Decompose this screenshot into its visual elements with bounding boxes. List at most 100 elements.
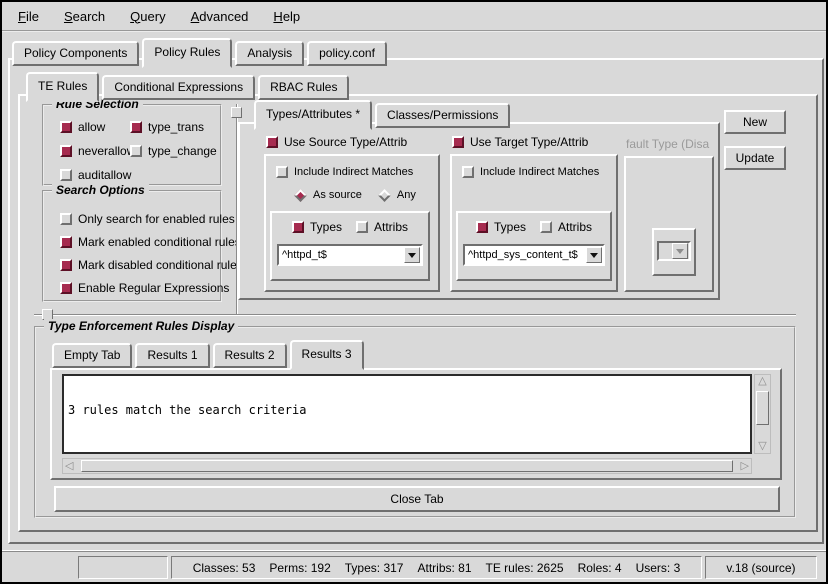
te-display-title: Type Enforcement Rules Display (44, 319, 238, 333)
search-options-title: Search Options (52, 183, 149, 197)
source-indirect-label: Include Indirect Matches (294, 166, 413, 178)
checkbox-indicator (462, 166, 474, 178)
target-attribs-checkbox[interactable]: Attribs (540, 220, 592, 234)
checkbox-type-change[interactable]: type_change (130, 144, 220, 158)
menu-advanced[interactable]: Advanced (187, 7, 253, 26)
checkbox-type-trans[interactable]: type_trans (130, 120, 220, 134)
new-button[interactable]: New (724, 110, 786, 134)
radio-any[interactable]: Any (378, 189, 416, 201)
results-frame: 3 rules match the search criteria (5822)… (50, 368, 782, 480)
results-summary: 3 rules match the search criteria (68, 404, 746, 417)
types-attributes-panel: Use Source Type/Attrib Include Indirect … (238, 122, 720, 300)
checkbox-label: Enable Regular Expressions (78, 281, 229, 295)
checkbox-indicator (60, 121, 72, 133)
checkbox-label: Mark disabled conditional rules (78, 258, 243, 272)
horizontal-sash[interactable] (34, 314, 796, 316)
menu-bar: File Search Query Advanced Help (2, 2, 826, 32)
target-type-combobox[interactable]: ^httpd_sys_content_t$ (463, 244, 605, 266)
checkbox-enable-regular-expressions[interactable]: Enable Regular Expressions (60, 281, 220, 295)
tab-policy-conf[interactable]: policy.conf (307, 41, 387, 66)
menu-file[interactable]: File (14, 7, 43, 26)
scroll-down-icon[interactable]: ▽ (755, 441, 770, 452)
use-source-type-checkbox[interactable]: Use Source Type/Attrib (266, 135, 407, 149)
search-options-checkboxes: Only search for enabled rules Mark enable… (44, 192, 220, 295)
tab-results-3[interactable]: Results 3 (290, 340, 364, 370)
checkbox-indicator (130, 121, 142, 133)
stat-types: Types: 317 (345, 561, 404, 575)
checkbox-indicator (452, 136, 464, 148)
scroll-right-icon[interactable]: ▷ (741, 461, 749, 472)
source-type-combobox[interactable]: ^httpd_t$ (277, 244, 423, 266)
stat-attribs: Attribs: 81 (417, 561, 471, 575)
checkbox-allow[interactable]: allow (60, 120, 130, 134)
checkbox-label: neverallow (78, 144, 135, 158)
tab-conditional-expressions[interactable]: Conditional Expressions (102, 75, 255, 100)
vscroll-thumb[interactable] (756, 391, 769, 425)
checkbox-label: type_trans (148, 120, 204, 134)
vertical-sash-handle[interactable] (231, 107, 242, 118)
tab-policy-rules[interactable]: Policy Rules (142, 38, 232, 68)
target-indirect-checkbox[interactable]: Include Indirect Matches (462, 166, 599, 178)
close-tab-button[interactable]: Close Tab (54, 486, 780, 512)
tab-te-rules[interactable]: TE Rules (26, 72, 99, 102)
menu-search[interactable]: Search (60, 7, 109, 26)
default-type-label: fault Type (Disa (626, 137, 712, 151)
menu-help[interactable]: Help (269, 7, 304, 26)
tab-analysis[interactable]: Analysis (235, 41, 304, 66)
checkbox-indicator (60, 145, 72, 157)
default-type-box (624, 156, 714, 292)
policy-version: v.18 (source) (726, 561, 795, 575)
source-indirect-checkbox[interactable]: Include Indirect Matches (276, 166, 413, 178)
default-type-combobox (657, 241, 691, 261)
source-attribs-checkbox[interactable]: Attribs (356, 220, 408, 234)
checkbox-mark-enabled-conditional-rules[interactable]: Mark enabled conditional rules (60, 235, 220, 249)
source-types-box: Types Attribs ^httpd_t$ (270, 211, 430, 281)
default-type-inner-box (652, 228, 696, 276)
tab-rbac-rules[interactable]: RBAC Rules (258, 75, 349, 100)
checkbox-indicator (60, 259, 72, 271)
radio-as-source[interactable]: As source (294, 189, 362, 201)
use-target-type-label: Use Target Type/Attrib (470, 135, 588, 149)
checkbox-auditallow[interactable]: auditallow (60, 168, 130, 182)
menu-query[interactable]: Query (126, 7, 169, 26)
te-rules-panel: Rule Selection allowtype_transneverallow… (18, 94, 818, 532)
results-vscrollbar[interactable]: △ ▽ (754, 374, 771, 454)
combo-dropdown-icon[interactable] (404, 247, 420, 263)
checkbox-only-search-for-enabled-rules[interactable]: Only search for enabled rules (60, 212, 220, 226)
tab-classes-permissions[interactable]: Classes/Permissions (375, 103, 510, 128)
scroll-left-icon[interactable]: ◁ (65, 461, 73, 472)
checkbox-mark-disabled-conditional-rules[interactable]: Mark disabled conditional rules (60, 258, 220, 272)
results-text[interactable]: 3 rules match the search criteria (5822)… (62, 374, 752, 454)
radio-indicator (378, 189, 391, 202)
target-types-label: Types (494, 220, 526, 234)
radio-any-label: Any (397, 189, 416, 201)
checkbox-indicator (292, 221, 304, 233)
use-target-type-checkbox[interactable]: Use Target Type/Attrib (452, 135, 588, 149)
checkbox-neverallow[interactable]: neverallow (60, 144, 130, 158)
source-types-checkbox[interactable]: Types (292, 220, 342, 234)
checkbox-indicator (60, 169, 72, 181)
checkbox-indicator (60, 282, 72, 294)
update-button[interactable]: Update (724, 146, 786, 170)
tab-results-2[interactable]: Results 2 (213, 343, 287, 368)
checkbox-label: Mark enabled conditional rules (78, 235, 241, 249)
results-hscrollbar[interactable]: ◁ ▷ (62, 458, 752, 474)
apol-window: File Search Query Advanced Help Policy C… (0, 0, 828, 584)
tab-results-1[interactable]: Results 1 (135, 343, 209, 368)
rule-selection-checkboxes: allow type_trans neverallowtype_changeaudi… (44, 106, 220, 182)
tab-empty-tab[interactable]: Empty Tab (52, 343, 132, 368)
te-display-group: Type Enforcement Rules Display Empty Tab… (34, 326, 796, 518)
checkbox-indicator (540, 221, 552, 233)
target-types-box: Types Attribs ^httpd_sys_content_t$ (456, 211, 612, 281)
tab-policy-components[interactable]: Policy Components (12, 41, 139, 66)
target-types-checkbox[interactable]: Types (476, 220, 526, 234)
checkbox-indicator (476, 221, 488, 233)
hscroll-thumb[interactable] (81, 460, 733, 472)
combo-dropdown-icon[interactable] (586, 247, 602, 263)
source-radio-row: As source Any (294, 189, 416, 201)
stat-roles: Roles: 4 (578, 561, 622, 575)
search-options-group: Search Options Only search for enabled r… (42, 190, 222, 302)
types-attributes-tab-bar: Types/Attributes *Classes/Permissions (254, 100, 513, 128)
scroll-up-icon[interactable]: △ (755, 376, 770, 387)
tab-types-attributes[interactable]: Types/Attributes * (254, 100, 372, 130)
